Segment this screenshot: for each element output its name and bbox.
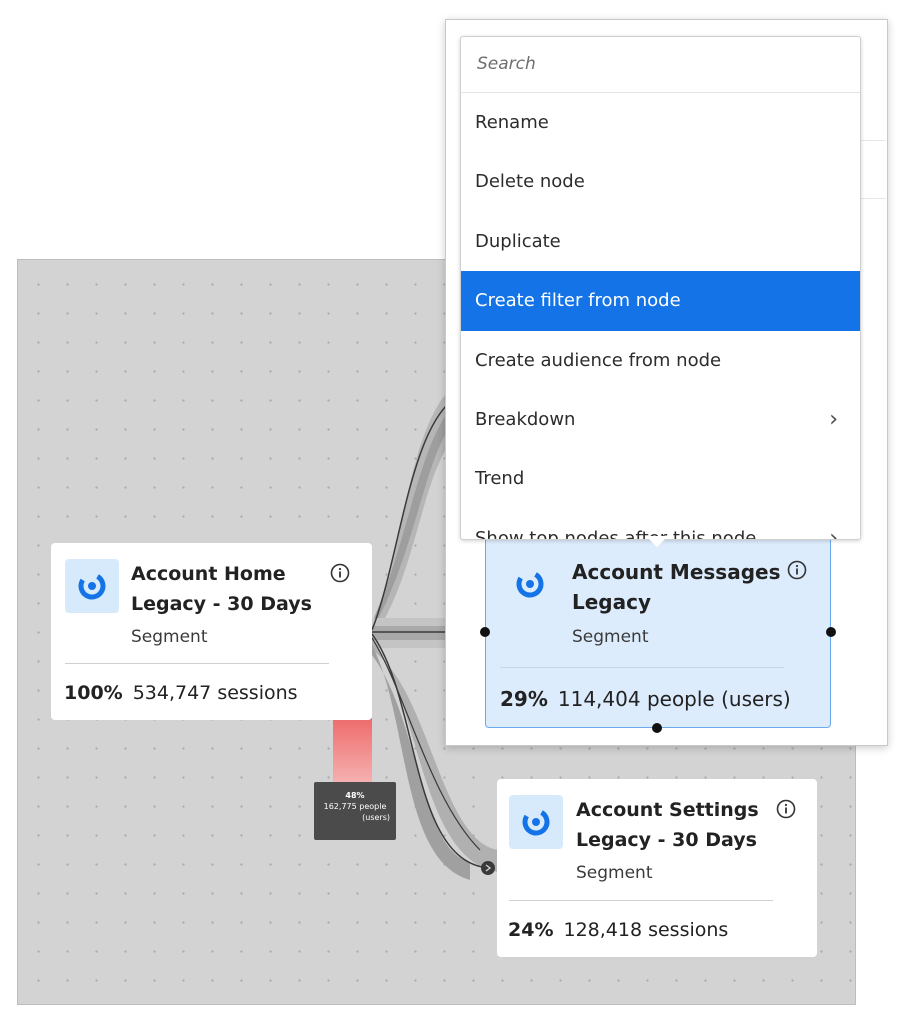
segment-icon-box: [509, 795, 563, 849]
menu-item-create-filter[interactable]: Create filter from node: [461, 271, 860, 331]
dropoff-percent: 48%: [345, 791, 365, 800]
dropoff-tooltip: 48% 162,775 people (users): [314, 782, 396, 840]
info-icon[interactable]: [330, 563, 350, 583]
segment-icon-box: [65, 559, 119, 613]
segment-icon: [522, 808, 550, 836]
node-type: Segment: [131, 627, 208, 647]
menu-item-label: Show top nodes after this node: [475, 527, 757, 540]
node-type: Segment: [572, 627, 649, 647]
node-account-home[interactable]: Account Home Legacy - 30 Days Segment 10…: [51, 543, 372, 720]
menu-search-input[interactable]: Search: [461, 37, 860, 93]
dropoff-flow[interactable]: [333, 718, 372, 782]
menu-item-trend[interactable]: Trend: [461, 449, 860, 508]
node-count: 128,418 sessions: [563, 919, 729, 941]
node-input-handle[interactable]: [480, 627, 490, 637]
context-menu: Search Rename Delete node Duplicate Crea…: [460, 36, 861, 540]
settings-input-handle[interactable]: [481, 861, 495, 875]
node-stats: 29% 114,404 people (users): [500, 687, 791, 711]
dropoff-count: 162,775 people: [323, 802, 387, 811]
menu-item-duplicate[interactable]: Duplicate: [461, 212, 860, 271]
node-percent: 100%: [64, 682, 123, 704]
node-divider: [509, 900, 773, 901]
node-account-settings[interactable]: Account Settings Legacy - 30 Days Segmen…: [497, 779, 817, 957]
node-title-line2: Legacy: [572, 590, 652, 614]
segment-icon: [516, 570, 544, 598]
node-title-line1: Account Home: [131, 563, 286, 585]
node-title-line1: Account Settings: [576, 799, 759, 821]
node-stats: 24% 128,418 sessions: [508, 919, 728, 941]
node-type: Segment: [576, 863, 653, 883]
node-divider: [65, 663, 329, 664]
node-percent: 24%: [508, 919, 554, 941]
node-account-messages[interactable]: Account Messages Legacy Segment 29% 114,4…: [485, 536, 831, 728]
node-count: 114,404 people (users): [557, 687, 791, 711]
menu-item-delete-node[interactable]: Delete node: [461, 152, 860, 211]
node-percent: 29%: [500, 687, 548, 711]
dropoff-unit: (users): [362, 813, 390, 822]
node-title-line1: Account Messages: [572, 560, 781, 584]
node-title-line2: Legacy - 30 Days: [576, 829, 757, 851]
menu-item-rename[interactable]: Rename: [461, 93, 860, 152]
chevron-right-icon: ›: [829, 525, 838, 540]
chevron-right-icon: ›: [829, 406, 838, 432]
node-bottom-handle[interactable]: [652, 723, 662, 733]
node-title-line2: Legacy - 30 Days: [131, 593, 312, 615]
info-icon[interactable]: [776, 799, 796, 819]
segment-icon: [78, 572, 106, 600]
menu-item-label: Breakdown: [475, 408, 576, 430]
node-count: 534,747 sessions: [132, 682, 298, 704]
node-output-handle[interactable]: [826, 627, 836, 637]
node-stats: 100% 534,747 sessions: [64, 682, 298, 704]
menu-pointer: [646, 536, 668, 547]
menu-item-create-audience[interactable]: Create audience from node: [461, 331, 860, 390]
info-icon[interactable]: [787, 560, 807, 580]
menu-item-breakdown[interactable]: Breakdown ›: [461, 390, 860, 449]
segment-icon-box: [503, 557, 557, 611]
node-divider: [500, 667, 784, 668]
